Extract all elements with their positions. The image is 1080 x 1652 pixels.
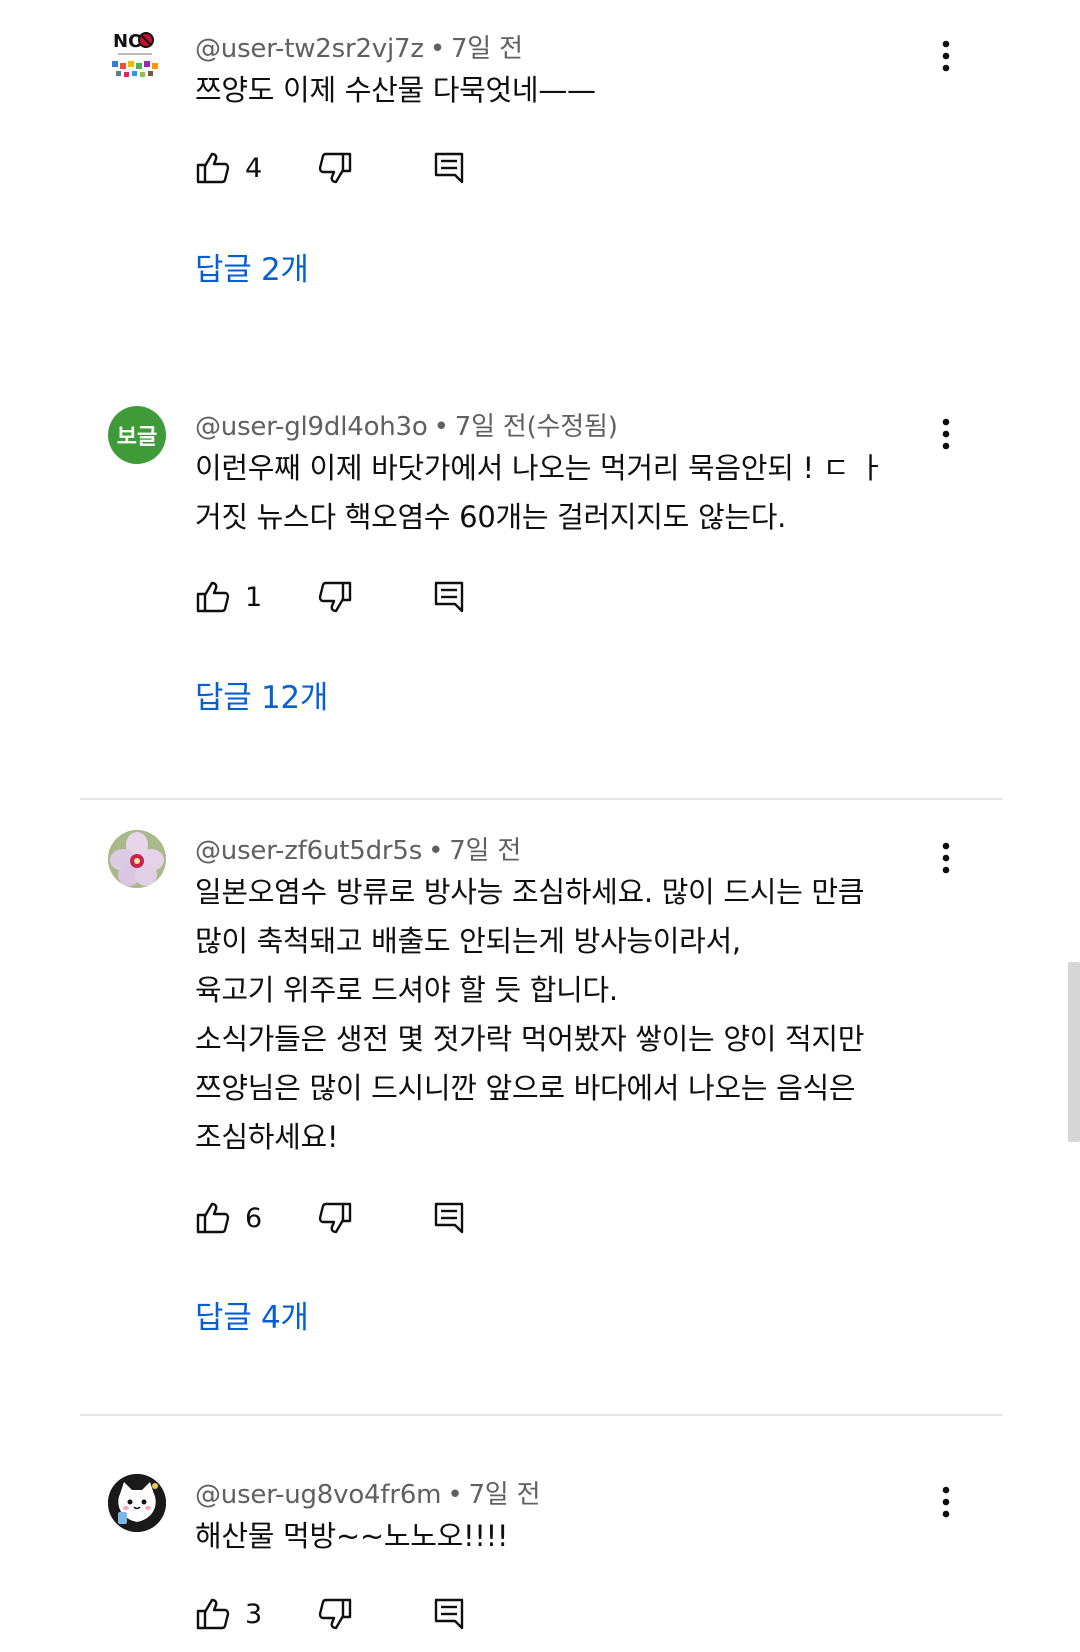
author-name[interactable]: @user-ug8vo4fr6m xyxy=(195,1480,442,1510)
timestamp[interactable]: 7일 전 xyxy=(468,1480,540,1510)
more-options-button[interactable] xyxy=(928,1480,964,1524)
comment-text: 일본오염수 방류로 방사능 조심하세요. 많이 드시는 만큼 많이 축척돼고 배… xyxy=(195,868,935,1162)
comment-line: 소식가들은 생전 몇 젓가락 먹어봤자 쌓이는 양이 적지만 xyxy=(195,1022,865,1056)
author-name[interactable]: @user-gl9dl4oh3o xyxy=(195,412,428,442)
replies-button[interactable]: 답글 2개 xyxy=(195,244,309,289)
comment-meta: @user-tw2sr2vj7z • 7일 전 xyxy=(195,28,523,65)
separator-dot: • xyxy=(433,412,449,442)
thumb-down-icon xyxy=(318,1598,352,1630)
comment-line: 조심하세요! xyxy=(195,1120,339,1154)
comment-icon xyxy=(434,1202,464,1234)
like-button[interactable]: 3 xyxy=(195,1594,262,1634)
comment-meta: @user-zf6ut5dr5s • 7일 전 xyxy=(195,830,521,867)
more-options-button[interactable] xyxy=(928,836,964,880)
like-count: 3 xyxy=(245,1598,263,1630)
like-button[interactable]: 6 xyxy=(195,1198,262,1238)
comment-line: 쯔양도 이제 수산물 다묵엇네—— xyxy=(195,73,596,107)
avatar[interactable] xyxy=(108,1474,166,1532)
comment-actions: 3 xyxy=(195,1594,595,1634)
avatar[interactable] xyxy=(108,830,166,888)
timestamp[interactable]: 7일 전 xyxy=(451,34,523,64)
dislike-button[interactable] xyxy=(317,577,353,617)
thumb-down-icon xyxy=(318,581,352,613)
dislike-button[interactable] xyxy=(317,1198,353,1238)
comment-line: 많이 축척돼고 배출도 안되는게 방사능이라서, xyxy=(195,924,741,958)
comment-actions: 1 xyxy=(195,577,595,617)
cat-avatar-icon xyxy=(108,1474,166,1532)
separator-dot: • xyxy=(429,34,445,64)
like-button[interactable]: 1 xyxy=(195,577,262,617)
reply-button[interactable] xyxy=(433,1594,465,1634)
comment-line: 쯔양님은 많이 드시니깐 앞으로 바다에서 나오는 음식은 xyxy=(195,1071,856,1105)
reply-button[interactable] xyxy=(433,148,465,188)
timestamp[interactable]: 7일 전 xyxy=(449,836,521,866)
avatar[interactable]: 보글 xyxy=(108,406,166,464)
comment-text: 쯔양도 이제 수산물 다묵엇네—— xyxy=(195,66,935,115)
dislike-button[interactable] xyxy=(317,1594,353,1634)
comment-meta: @user-ug8vo4fr6m • 7일 전 xyxy=(195,1474,541,1511)
like-button[interactable]: 4 xyxy=(195,148,262,188)
comment-line: 이런우째 이제 바닷가에서 나오는 먹거리 묵음안되 ! ㄷ ㅏ xyxy=(195,451,885,485)
reply-button[interactable] xyxy=(433,577,465,617)
like-count: 6 xyxy=(245,1202,263,1234)
like-count: 1 xyxy=(245,581,263,613)
replies-button[interactable]: 답글 4개 xyxy=(195,1292,309,1337)
reply-button[interactable] xyxy=(433,1198,465,1238)
more-vert-icon xyxy=(942,418,950,450)
comment-line: 해산물 먹방~~노노오!!!! xyxy=(195,1519,509,1553)
comment-actions: 4 xyxy=(195,148,595,188)
dislike-button[interactable] xyxy=(317,148,353,188)
more-options-button[interactable] xyxy=(928,412,964,456)
comment-icon xyxy=(434,581,464,613)
more-options-button[interactable] xyxy=(928,34,964,78)
divider xyxy=(80,1414,1002,1416)
avatar[interactable]: NO xyxy=(108,28,166,86)
thumb-up-icon xyxy=(196,152,230,184)
more-vert-icon xyxy=(942,40,950,72)
thumb-up-icon xyxy=(196,581,230,613)
more-vert-icon xyxy=(942,1486,950,1518)
like-count: 4 xyxy=(245,152,263,184)
comment-icon xyxy=(434,152,464,184)
more-vert-icon xyxy=(942,842,950,874)
thumb-down-icon xyxy=(318,1202,352,1234)
thumb-down-icon xyxy=(318,152,352,184)
comment-actions: 6 xyxy=(195,1198,595,1238)
comment-text: 이런우째 이제 바닷가에서 나오는 먹거리 묵음안되 ! ㄷ ㅏ 거짓 뉴스다 … xyxy=(195,444,935,542)
comment-icon xyxy=(434,1598,464,1630)
replies-button[interactable]: 답글 12개 xyxy=(195,672,328,717)
comment-line: 일본오염수 방류로 방사능 조심하세요. 많이 드시는 만큼 xyxy=(195,875,865,909)
scrollbar[interactable] xyxy=(1068,962,1080,1142)
comment-text: 해산물 먹방~~노노오!!!! xyxy=(195,1512,935,1561)
comment-line: 육고기 위주로 드셔야 할 듯 합니다. xyxy=(195,973,618,1007)
divider xyxy=(80,798,1002,800)
author-name[interactable]: @user-zf6ut5dr5s xyxy=(195,836,422,866)
separator-dot: • xyxy=(428,836,444,866)
separator-dot: • xyxy=(447,1480,463,1510)
author-name[interactable]: @user-tw2sr2vj7z xyxy=(195,34,424,64)
comment-meta: @user-gl9dl4oh3o • 7일 전(수정됨) xyxy=(195,406,618,443)
flower-avatar-icon xyxy=(108,830,166,888)
timestamp[interactable]: 7일 전(수정됨) xyxy=(455,412,618,442)
avatar-initial: 보글 xyxy=(116,425,158,450)
thumb-up-icon xyxy=(196,1202,230,1234)
comment-line: 거짓 뉴스다 핵오염수 60개는 걸러지지도 않는다. xyxy=(195,500,787,534)
no-logo-avatar-icon: NO xyxy=(112,31,158,77)
thumb-up-icon xyxy=(196,1598,230,1630)
